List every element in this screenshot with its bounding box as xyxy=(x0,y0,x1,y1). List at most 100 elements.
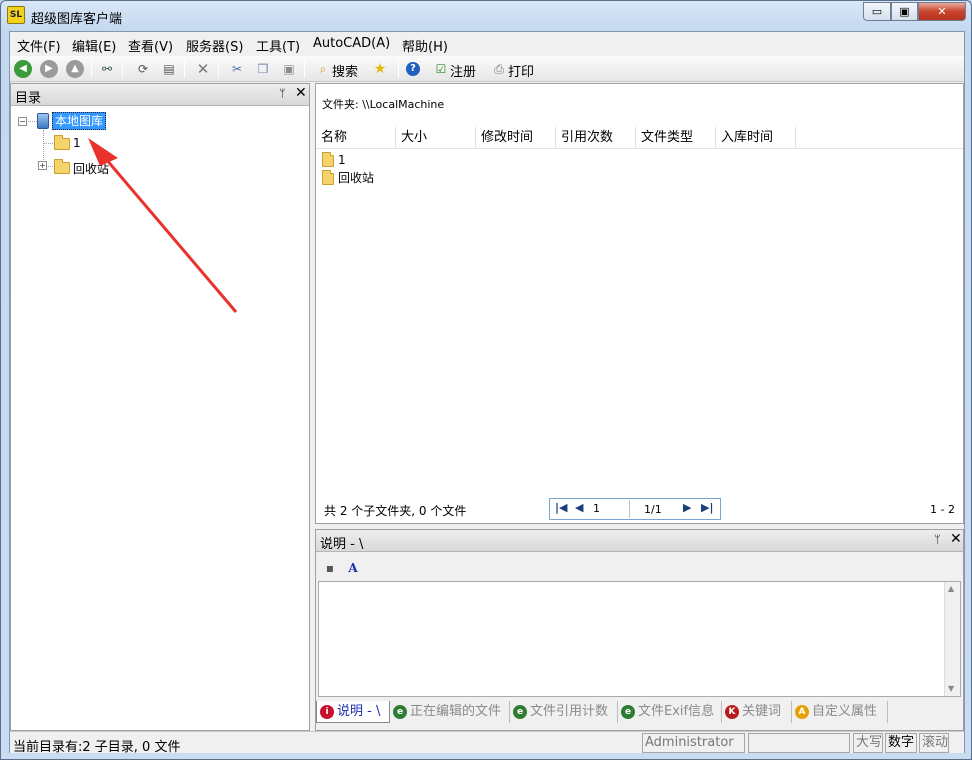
description-textarea[interactable]: ▲ ▼ xyxy=(318,581,961,697)
refresh-icon[interactable]: ⟳ xyxy=(134,60,152,78)
status-num: 数字 xyxy=(885,733,917,753)
file-list-pane: 文件夹: \\LocalMachine 名称 大小 修改时间 引用次数 文件类型… xyxy=(315,83,964,524)
tab-description[interactable]: i 说明 - \ xyxy=(316,701,390,723)
editor-icon: e xyxy=(393,705,407,719)
register-button[interactable]: 注册 xyxy=(450,61,476,80)
up-icon[interactable]: ▲ xyxy=(66,60,84,78)
help-icon[interactable]: ? xyxy=(406,62,420,76)
cut-icon[interactable]: ✂ xyxy=(228,60,246,78)
directory-pane-title: 目录 xyxy=(15,91,42,106)
tree-node-recycle-bin[interactable]: 回收站 xyxy=(73,160,109,177)
tab-editing-files[interactable]: e 正在编辑的文件 xyxy=(390,701,510,723)
menu-server[interactable]: 服务器(S) xyxy=(186,36,243,55)
search-icon[interactable]: ⌕ xyxy=(314,60,332,78)
description-pane-header: 说明 - \ ᛘ ✕ xyxy=(316,530,963,552)
tab-label: 自定义属性 xyxy=(812,704,878,719)
info-icon: i xyxy=(320,705,334,719)
first-page-icon[interactable]: |◀ xyxy=(555,501,567,514)
directory-pane-header: 目录 ᛘ ✕ xyxy=(11,84,309,106)
description-pane-title: 说明 - \ xyxy=(320,537,364,552)
tab-label: 正在编辑的文件 xyxy=(410,704,502,719)
file-name: 1 xyxy=(338,153,346,167)
tree-node-label: 本地图库 xyxy=(52,112,107,130)
menu-autocad[interactable]: AutoCAD(A) xyxy=(313,36,390,51)
collapse-icon[interactable]: − xyxy=(18,117,27,126)
next-page-icon[interactable]: ▶ xyxy=(683,501,691,514)
pin-icon[interactable]: ᛘ xyxy=(934,533,941,546)
tree-line xyxy=(43,143,53,144)
editor-icon: e xyxy=(621,705,635,719)
list-item[interactable]: 1 xyxy=(322,151,346,168)
properties-icon[interactable]: ▤ xyxy=(160,60,178,78)
column-size[interactable]: 大小 xyxy=(396,127,476,149)
save-icon[interactable]: ▪ xyxy=(321,559,339,577)
column-import-time[interactable]: 入库时间 xyxy=(716,127,796,149)
directory-tree: − 本地图库 1 + 回收站 xyxy=(11,106,309,730)
menu-tools[interactable]: 工具(T) xyxy=(256,36,300,55)
status-empty xyxy=(748,733,850,753)
column-ref-count[interactable]: 引用次数 xyxy=(556,127,636,149)
scroll-up-icon[interactable]: ▲ xyxy=(948,584,954,593)
computer-icon xyxy=(37,113,49,129)
close-button[interactable]: ✕ xyxy=(918,2,966,21)
maximize-button[interactable]: ▣ xyxy=(891,2,918,21)
column-file-type[interactable]: 文件类型 xyxy=(636,127,716,149)
description-toolbar: ▪ A xyxy=(316,555,963,577)
copy-icon[interactable]: ❐ xyxy=(254,60,272,78)
toolbar-separator xyxy=(184,60,185,78)
toolbar-separator xyxy=(218,60,219,78)
pane-close-icon[interactable]: ✕ xyxy=(950,531,962,547)
binoculars-icon[interactable]: ⚯ xyxy=(98,60,116,78)
page-input[interactable]: 1 xyxy=(590,500,630,518)
scroll-down-icon[interactable]: ▼ xyxy=(948,684,954,693)
print-icon[interactable]: ⎙ xyxy=(490,60,508,78)
status-user: Administrator xyxy=(642,733,745,753)
list-item[interactable]: 回收站 xyxy=(322,169,374,186)
register-icon[interactable]: ☑ xyxy=(432,60,450,78)
tree-node-folder-1[interactable]: 1 xyxy=(73,136,81,150)
toolbar-separator xyxy=(91,60,92,78)
minimize-button[interactable]: ▭ xyxy=(863,2,891,21)
tree-node-local-library[interactable]: 本地图库 xyxy=(52,112,107,130)
status-caps: 大写 xyxy=(853,733,883,753)
tab-ref-count[interactable]: e 文件引用计数 xyxy=(510,701,618,723)
tab-label: 文件引用计数 xyxy=(530,704,609,719)
last-page-icon[interactable]: ▶| xyxy=(701,501,713,514)
menu-file[interactable]: 文件(F) xyxy=(17,36,61,55)
pin-icon[interactable]: ᛘ xyxy=(279,87,286,100)
search-button[interactable]: 搜索 xyxy=(332,61,358,80)
toolbar: ◀ ▶ ▲ ⚯ ⟳ ▤ ✕ ✂ ❐ ▣ ⌕ 搜索 ★ ? ☑ 注册 ⎙ 打印 xyxy=(10,56,964,82)
back-icon[interactable]: ◀ xyxy=(14,60,32,78)
toolbar-separator xyxy=(304,60,305,78)
description-tabs: i 说明 - \ e 正在编辑的文件 e 文件引用计数 e 文件Exif信息 K 关键词 … xyxy=(316,701,963,725)
folder-icon xyxy=(322,169,334,185)
menu-help[interactable]: 帮助(H) xyxy=(402,36,448,55)
folder-icon xyxy=(322,151,334,167)
menu-view[interactable]: 查看(V) xyxy=(128,36,173,55)
tab-label: 关键词 xyxy=(742,704,782,719)
tab-exif[interactable]: e 文件Exif信息 xyxy=(618,701,722,723)
attribute-icon: A xyxy=(795,705,809,719)
app-icon: SL xyxy=(7,6,25,24)
column-name[interactable]: 名称 xyxy=(316,127,396,149)
vertical-scrollbar[interactable]: ▲ ▼ xyxy=(944,582,960,696)
paste-icon[interactable]: ▣ xyxy=(280,60,298,78)
client-area: 文件(F) 编辑(E) 查看(V) 服务器(S) 工具(T) AutoCAD(A… xyxy=(9,31,965,755)
pane-close-icon[interactable]: ✕ xyxy=(295,85,307,101)
expand-icon[interactable]: + xyxy=(38,161,47,170)
status-scroll: 滚动 xyxy=(919,733,949,753)
print-button[interactable]: 打印 xyxy=(508,61,534,80)
favorite-star-icon[interactable]: ★ xyxy=(371,60,389,78)
prev-page-icon[interactable]: ◀ xyxy=(575,501,583,514)
menu-edit[interactable]: 编辑(E) xyxy=(72,36,116,55)
editor-icon: e xyxy=(513,705,527,719)
forward-icon[interactable]: ▶ xyxy=(40,60,58,78)
column-modified[interactable]: 修改时间 xyxy=(476,127,556,149)
toolbar-separator xyxy=(398,60,399,78)
tab-label: 文件Exif信息 xyxy=(638,704,715,719)
tab-custom-attributes[interactable]: A 自定义属性 xyxy=(792,701,888,723)
font-icon[interactable]: A xyxy=(344,559,362,577)
delete-icon[interactable]: ✕ xyxy=(194,60,212,78)
status-bar: 当前目录有:2 子目录, 0 文件 Administrator 大写 数字 滚动 xyxy=(10,731,964,755)
tab-keywords[interactable]: K 关键词 xyxy=(722,701,792,723)
